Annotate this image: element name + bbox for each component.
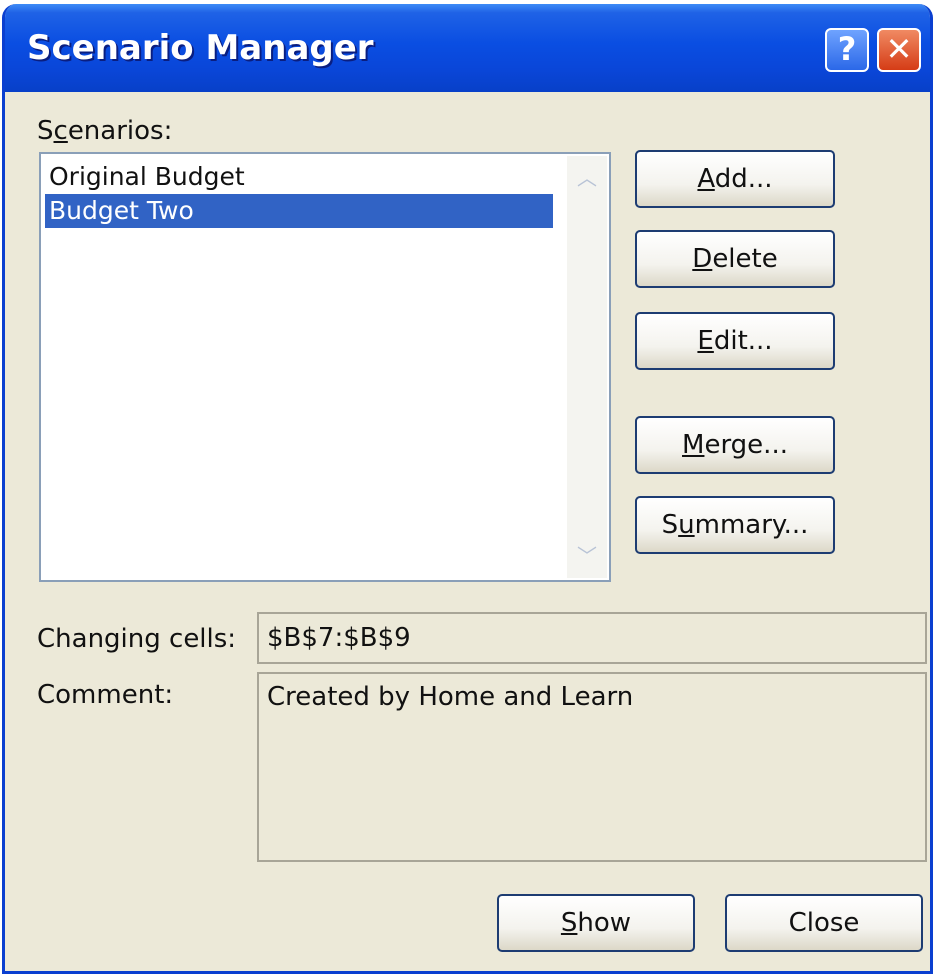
window-close-button[interactable]: ✕ — [877, 28, 921, 72]
comment-label: Comment: — [37, 680, 174, 710]
show-button[interactable]: Show — [497, 894, 695, 952]
scenarios-label: Scenarios: — [37, 116, 173, 146]
delete-button[interactable]: Delete — [635, 230, 835, 288]
merge-button[interactable]: Merge... — [635, 416, 835, 474]
help-icon: ? — [837, 30, 857, 68]
title-bar[interactable]: Scenario Manager ? ✕ — [5, 4, 930, 92]
list-scrollbar[interactable]: ︿ ﹀ — [567, 156, 607, 578]
scenarios-list[interactable]: Original Budget Budget Two ︿ ﹀ — [39, 152, 611, 582]
edit-button[interactable]: Edit... — [635, 312, 835, 370]
comment-field: Created by Home and Learn — [257, 672, 927, 862]
changing-cells-label: Changing cells: — [37, 624, 237, 654]
help-button[interactable]: ? — [825, 28, 869, 72]
dialog-title: Scenario Manager — [27, 28, 374, 68]
list-item-budget-two[interactable]: Budget Two — [45, 194, 553, 228]
close-button[interactable]: Close — [725, 894, 923, 952]
chevron-down-icon[interactable]: ﹀ — [571, 540, 603, 572]
summary-button[interactable]: Summary... — [635, 496, 835, 554]
changing-cells-field: $B$7:$B$9 — [257, 612, 927, 664]
close-icon: ✕ — [885, 30, 913, 68]
list-item-original-budget[interactable]: Original Budget — [45, 160, 245, 194]
chevron-up-icon[interactable]: ︿ — [571, 162, 603, 194]
add-button[interactable]: Add... — [635, 150, 835, 208]
scenario-manager-dialog: Scenario Manager ? ✕ Scenarios: Original… — [2, 4, 933, 974]
